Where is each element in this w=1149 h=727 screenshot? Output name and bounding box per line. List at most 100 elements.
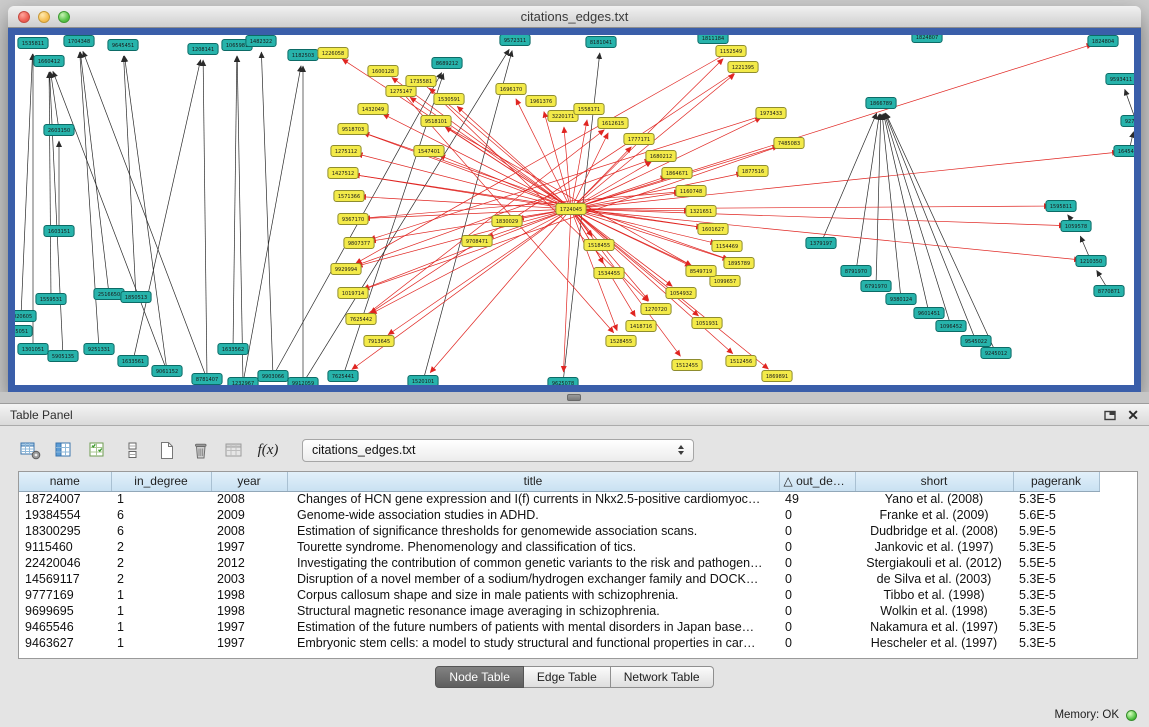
graph-node[interactable]: 1210350 <box>1076 256 1106 267</box>
splitter-grip-icon[interactable] <box>567 394 581 401</box>
graph-node[interactable]: 1895789 <box>724 258 754 269</box>
graph-node[interactable]: 1830029 <box>492 216 522 227</box>
graph-node[interactable]: 1432049 <box>358 104 388 115</box>
graph-node[interactable]: 1152549 <box>716 46 746 57</box>
graph-node[interactable]: 1518455 <box>584 240 614 251</box>
zoom-window-button[interactable] <box>58 11 70 23</box>
graph-node[interactable]: 1185051 <box>15 326 32 337</box>
table-row[interactable]: 1830029562008Estimation of significance … <box>19 523 1137 539</box>
graph-node[interactable]: 1232967 <box>228 378 258 386</box>
graph-node[interactable]: 1612615 <box>598 118 628 129</box>
import-table-icon[interactable] <box>218 436 250 464</box>
network-window-titlebar[interactable]: citations_edges.txt <box>8 6 1141 28</box>
float-panel-icon[interactable] <box>1104 409 1117 421</box>
new-file-icon[interactable] <box>150 436 182 464</box>
graph-node[interactable]: 8770871 <box>1094 286 1124 297</box>
graph-node[interactable]: 1321651 <box>686 206 716 217</box>
graph-node[interactable]: 1961376 <box>526 96 556 107</box>
graph-node[interactable]: 9601451 <box>914 308 944 319</box>
graph-node[interactable]: 1099657 <box>710 276 740 287</box>
graph-node[interactable]: 9708471 <box>462 236 492 247</box>
tab-node-table[interactable]: Node Table <box>435 666 524 688</box>
graph-node[interactable]: 2603150 <box>44 125 74 136</box>
graph-node[interactable]: 1301051 <box>18 344 48 355</box>
tab-network-table[interactable]: Network Table <box>611 666 714 688</box>
graph-node[interactable]: 1824804 <box>1088 36 1118 47</box>
graph-node[interactable]: 8549719 <box>686 266 716 277</box>
graph-node[interactable]: 1633561 <box>118 356 148 367</box>
graph-node[interactable]: 1020605 <box>15 311 36 322</box>
graph-node[interactable]: 2516650 <box>94 289 124 300</box>
graph-node[interactable]: 1535811 <box>18 38 48 49</box>
graph-node[interactable]: 7485083 <box>774 138 804 149</box>
table-row[interactable]: 1456911722003Disruption of a novel membe… <box>19 571 1137 587</box>
graph-node[interactable]: 1601627 <box>698 224 728 235</box>
graph-node[interactable]: 1824807 <box>912 35 942 43</box>
column-header-in_degree[interactable]: in_degree <box>111 472 211 491</box>
table-row[interactable]: 946362711997Embryonic stem cells: a mode… <box>19 635 1137 651</box>
column-header-short[interactable]: short <box>855 472 1013 491</box>
graph-node[interactable]: 9251331 <box>84 344 114 355</box>
graph-node[interactable]: 9645451 <box>108 40 138 51</box>
graph-node[interactable]: 8781407 <box>192 374 222 385</box>
graph-node[interactable]: 7913645 <box>364 336 394 347</box>
graph-node[interactable]: 1696170 <box>496 84 526 95</box>
tab-edge-table[interactable]: Edge Table <box>524 666 611 688</box>
graph-node[interactable]: 1520101 <box>408 376 438 386</box>
network-canvas[interactable]: 1535811166041217043489645451120814110659… <box>8 28 1141 392</box>
graph-node[interactable]: 1512456 <box>726 356 756 367</box>
graph-node[interactable]: 1418716 <box>626 321 656 332</box>
graph-node[interactable]: 9903066 <box>258 371 288 382</box>
table-selector-dropdown[interactable]: citations_edges.txt <box>302 439 694 462</box>
graph-node[interactable]: 8791970 <box>841 266 871 277</box>
graph-node[interactable]: 9625078 <box>548 378 578 386</box>
graph-node[interactable]: 9367170 <box>338 214 368 225</box>
graph-node[interactable]: 6791970 <box>861 281 891 292</box>
graph-node[interactable]: 1724045 <box>556 204 586 215</box>
column-header-name[interactable]: name <box>19 472 111 491</box>
column-header-year[interactable]: year <box>211 472 287 491</box>
graph-node[interactable]: 9277345 <box>1121 116 1134 127</box>
graph-node[interactable]: 1226058 <box>318 48 348 59</box>
table-row[interactable]: 977716911998Corpus callosum shape and si… <box>19 587 1137 603</box>
graph-node[interactable]: 1645432 <box>1114 146 1134 157</box>
graph-node[interactable]: 5905135 <box>48 351 78 362</box>
table-row[interactable]: 969969511998Structural magnetic resonanc… <box>19 603 1137 619</box>
graph-node[interactable]: 1482322 <box>246 36 276 47</box>
graph-node[interactable]: 1850513 <box>121 292 151 303</box>
graph-node[interactable]: 1208141 <box>188 44 218 55</box>
graph-node[interactable]: 1054932 <box>666 288 696 299</box>
create-column-icon[interactable] <box>82 436 114 464</box>
graph-node[interactable]: 1595811 <box>1046 201 1076 212</box>
graph-node[interactable]: 1660412 <box>34 56 64 67</box>
graph-node[interactable]: 1777171 <box>624 134 654 145</box>
graph-node[interactable]: 9518703 <box>338 124 368 135</box>
graph-node[interactable]: 1869891 <box>762 371 792 382</box>
graph-node[interactable]: 9572311 <box>500 35 530 46</box>
graph-node[interactable]: 1379197 <box>806 238 836 249</box>
graph-node[interactable]: 1059578 <box>1061 221 1091 232</box>
graph-node[interactable]: 1530591 <box>434 94 464 105</box>
graph-node[interactable]: 1633562 <box>218 344 248 355</box>
graph-node[interactable]: 9518101 <box>421 116 451 127</box>
graph-node[interactable]: 1603151 <box>44 226 74 237</box>
graph-node[interactable]: 1866789 <box>866 98 896 109</box>
graph-node[interactable]: 9061152 <box>152 366 182 377</box>
graph-node[interactable]: 1973433 <box>756 108 786 119</box>
graph-node[interactable]: 1275147 <box>386 86 416 97</box>
graph-node[interactable]: 1877516 <box>738 166 768 177</box>
graph-node[interactable]: 1528455 <box>606 336 636 347</box>
graph-node[interactable]: 1427512 <box>328 168 358 179</box>
graph-node[interactable]: 1559531 <box>36 294 66 305</box>
graph-node[interactable]: 1182503 <box>288 50 318 61</box>
graph-node[interactable]: 1864671 <box>662 168 692 179</box>
graph-node[interactable]: 1534455 <box>594 268 624 279</box>
table-row[interactable]: 1872400712008Changes of HCN gene express… <box>19 491 1137 507</box>
graph-node[interactable]: 1221395 <box>728 62 758 73</box>
graph-node[interactable]: 9245012 <box>981 348 1011 359</box>
graph-node[interactable]: 8689212 <box>432 58 462 69</box>
graph-node[interactable]: 1571366 <box>334 191 364 202</box>
graph-node[interactable]: 1270720 <box>641 304 671 315</box>
graph-node[interactable]: 1735581 <box>406 76 436 87</box>
graph-node[interactable]: 1680212 <box>646 151 676 162</box>
